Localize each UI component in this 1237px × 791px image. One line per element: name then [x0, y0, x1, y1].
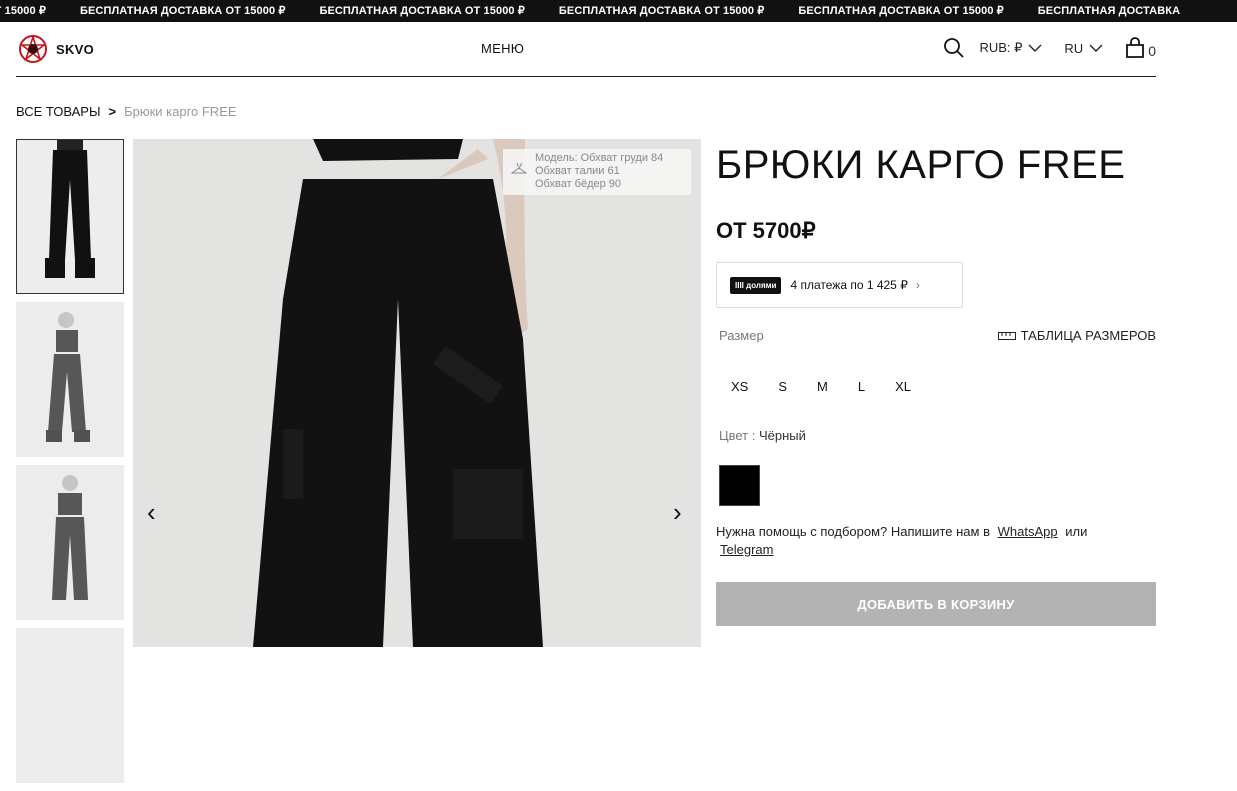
- size-option-xs[interactable]: XS: [731, 379, 748, 394]
- size-options: XS S M L XL: [716, 379, 1156, 394]
- chevron-down-icon: [1028, 44, 1042, 52]
- color-swatch-black[interactable]: [719, 465, 760, 506]
- ticker-item: БЕСПЛАТНАЯ ДОСТАВКА: [1037, 5, 1181, 17]
- menu-button[interactable]: МЕНЮ: [481, 41, 524, 56]
- thumbnail-2[interactable]: [16, 302, 124, 457]
- model-measure-line: Обхват бёдер 90: [535, 178, 622, 190]
- language-select[interactable]: RU: [1064, 41, 1103, 56]
- product-photo: [133, 139, 701, 647]
- model-measurements: Модель: Обхват груди 84 Обхват талии 61 …: [503, 149, 691, 195]
- chevron-down-icon: [1089, 44, 1103, 52]
- ticker-item: БЕСПЛАТНАЯ ДОСТАВКА ОТ 15000 ₽: [798, 5, 1004, 17]
- size-option-s[interactable]: S: [778, 379, 787, 394]
- product-main-image: Модель: Обхват груди 84 Обхват талии 61 …: [133, 139, 701, 647]
- size-option-m[interactable]: M: [817, 379, 828, 394]
- pentagram-logo-icon: [19, 34, 47, 63]
- product-price: ОТ 5700₽: [716, 218, 816, 243]
- color-row: Цвет : Чёрный: [716, 428, 1156, 443]
- telegram-link[interactable]: Telegram: [720, 542, 773, 557]
- product-details: БРЮКИ КАРГО FREE ОТ 5700₽ IIII долями 4 …: [716, 139, 1156, 626]
- promo-ticker: ОТ 15000 ₽ БЕСПЛАТНАЯ ДОСТАВКА ОТ 15000 …: [0, 0, 1237, 22]
- next-image-button[interactable]: ›: [673, 499, 682, 525]
- breadcrumb: ВСЕ ТОВАРЫ > Брюки карго FREE: [16, 104, 237, 119]
- model-measure-line: Модель: Обхват груди 84: [535, 152, 664, 164]
- size-chart-label: ТАБЛИЦА РАЗМЕРОВ: [1020, 328, 1156, 343]
- product-photo-thumb: [52, 475, 88, 600]
- language-value: RU: [1064, 40, 1084, 56]
- thumbnail-4[interactable]: [16, 628, 124, 783]
- thumbnail-list: [16, 139, 124, 791]
- prev-image-button[interactable]: ‹: [147, 499, 156, 525]
- thumbnail-1[interactable]: [16, 139, 124, 294]
- product-photo-thumb: [45, 140, 95, 278]
- size-label: Размер: [719, 328, 764, 343]
- size-option-l[interactable]: L: [858, 379, 865, 394]
- thumbnail-3[interactable]: [16, 465, 124, 620]
- add-to-cart-button[interactable]: ДОБАВИТЬ В КОРЗИНУ: [716, 582, 1156, 626]
- breadcrumb-current: Брюки карго FREE: [124, 104, 237, 119]
- ticker-item: БЕСПЛАТНАЯ ДОСТАВКА ОТ 15000 ₽: [319, 5, 525, 17]
- currency-select[interactable]: RUB: ₽: [979, 40, 1042, 56]
- search-icon[interactable]: [943, 37, 965, 59]
- currency-value: RUB: ₽: [979, 40, 1023, 55]
- model-measure-line: Обхват талии 61: [535, 165, 620, 177]
- breadcrumb-all-products[interactable]: ВСЕ ТОВАРЫ: [16, 104, 100, 119]
- color-value: Чёрный: [758, 428, 806, 443]
- site-header: SKVO МЕНЮ RUB: ₽ RU 0: [16, 22, 1156, 77]
- shopping-bag-icon: [1126, 37, 1145, 58]
- chevron-right-icon: ›: [915, 278, 920, 292]
- cart-count: 0: [1148, 43, 1156, 59]
- cart-button[interactable]: 0: [1125, 37, 1156, 59]
- whatsapp-link[interactable]: WhatsApp: [998, 524, 1058, 539]
- help-or: или: [1065, 524, 1088, 539]
- dolyami-installments[interactable]: IIII долями 4 платежа по 1 425 ₽ ›: [716, 262, 963, 308]
- hanger-icon: [511, 163, 527, 174]
- size-chart-link[interactable]: ТАБЛИЦА РАЗМЕРОВ: [997, 328, 1156, 343]
- size-option-xl[interactable]: XL: [895, 379, 911, 394]
- brand-name: SKVO: [56, 41, 95, 57]
- logo-link[interactable]: SKVO: [18, 34, 94, 64]
- ticker-item: ОТ 15000 ₽: [0, 5, 46, 17]
- ticker-item: БЕСПЛАТНАЯ ДОСТАВКА ОТ 15000 ₽: [558, 5, 765, 17]
- color-label: Цвет :: [719, 428, 756, 443]
- ruler-icon: [997, 331, 1016, 340]
- dolyami-badge: IIII долями: [730, 276, 782, 294]
- help-text: Нужна помощь с подбором? Напишите нам в …: [716, 523, 1156, 559]
- breadcrumb-separator: >: [108, 104, 117, 119]
- ticker-item: БЕСПЛАТНАЯ ДОСТАВКА ОТ 15000 ₽: [79, 5, 286, 17]
- help-prefix: Нужна помощь с подбором? Напишите нам в: [716, 524, 990, 539]
- product-title: БРЮКИ КАРГО FREE: [716, 143, 1126, 187]
- product-photo-thumb: [46, 312, 90, 442]
- dolyami-text: 4 платежа по 1 425 ₽: [790, 278, 908, 292]
